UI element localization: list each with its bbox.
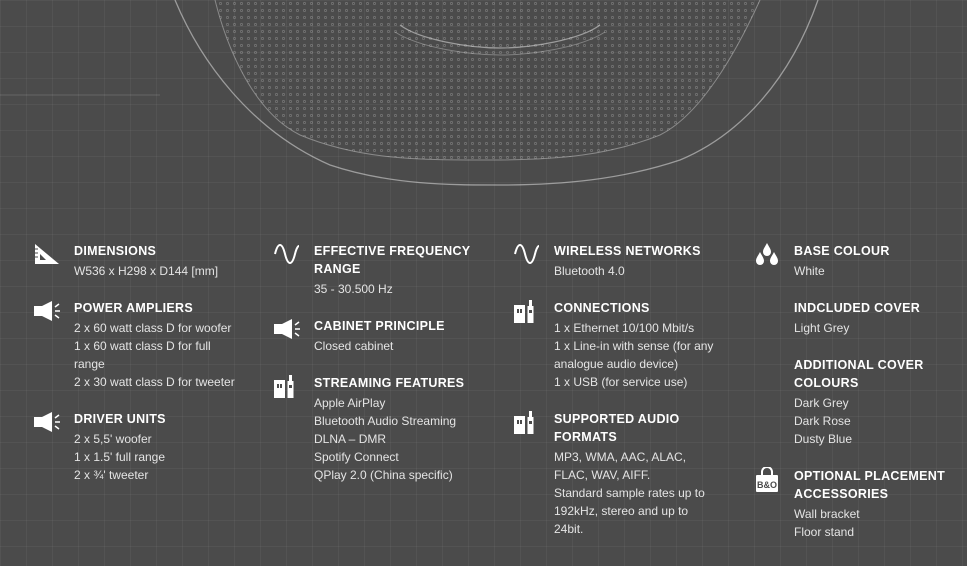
spec-lines: Bluetooth 4.0 <box>554 262 723 280</box>
spec-power-amplifiers: POWER AMPLIERS 2 x 60 watt class D for w… <box>33 299 253 391</box>
spec-title: SUPPORTED AUDIO FORMATS <box>554 412 680 444</box>
spec-column-2: EFFECTIVE FREQUENCY RANGE 35 - 30.500 Hz… <box>273 242 473 484</box>
spec-driver-units: DRIVER UNITS 2 x 5,5' woofer 1 x 1.5' fu… <box>33 410 253 484</box>
shopping-bag-icon: B&O <box>753 466 783 493</box>
spec-line: 2 x 30 watt class D for tweeter <box>74 375 235 389</box>
spec-title: OPTIONAL PLACEMENT ACCESSORIES <box>794 469 946 501</box>
spec-line: Bluetooth Audio Streaming <box>314 414 457 428</box>
spec-connections: CONNECTIONS 1 x Ethernet 10/100 Mbit/s 1… <box>513 299 723 391</box>
spec-line: Dark Grey <box>794 396 849 410</box>
spec-title: STREAMING FEATURES <box>314 376 465 390</box>
spec-wireless-networks: WIRELESS NETWORKS Bluetooth 4.0 <box>513 242 723 280</box>
spec-line: 1 x USB (for service use) <box>554 375 688 389</box>
speaker-icon <box>33 299 63 325</box>
spec-line: Standard sample rates up to <box>554 486 705 500</box>
spec-dimensions: DIMENSIONS W536 x H298 x D144 [mm] <box>33 242 253 280</box>
spec-line: 1 x 60 watt class D for full <box>74 339 211 353</box>
connector-icon <box>513 410 543 436</box>
spec-line: 1 x Ethernet 10/100 Mbit/s <box>554 321 695 335</box>
color-drops-icon <box>753 242 783 268</box>
spec-column-4: BASE COLOUR White INDCLUDED COVER Light … <box>753 242 953 541</box>
spec-title: POWER AMPLIERS <box>74 301 194 315</box>
spec-line: 2 x 60 watt class D for woofer <box>74 321 232 335</box>
spec-line: 1 x 1.5' full range <box>74 450 166 464</box>
spec-line: Light Grey <box>794 321 850 335</box>
spec-title: CABINET PRINCIPLE <box>314 319 445 333</box>
spec-streaming-features: STREAMING FEATURES Apple AirPlay Bluetoo… <box>273 374 473 484</box>
spec-line: Floor stand <box>794 525 855 539</box>
spec-lines: Light Grey <box>794 319 953 337</box>
spec-line: Apple AirPlay <box>314 396 386 410</box>
spec-column-1: DIMENSIONS W536 x H298 x D144 [mm] POWER… <box>33 242 253 484</box>
spec-line: Dusty Blue <box>794 432 853 446</box>
spec-lines: 2 x 5,5' woofer 1 x 1.5' full range 2 x … <box>74 430 253 484</box>
spec-lines: Dark Grey Dark Rose Dusty Blue <box>794 394 953 448</box>
spec-lines: Closed cabinet <box>314 337 473 355</box>
bag-logo-text: B&O <box>757 480 777 490</box>
spec-line: DLNA – DMR <box>314 432 387 446</box>
spec-title: WIRELESS NETWORKS <box>554 244 701 258</box>
spec-line: 2 x 5,5' woofer <box>74 432 152 446</box>
connector-icon <box>273 374 303 400</box>
spec-additional-cover-colours: ADDITIONAL COVER COLOURS Dark Grey Dark … <box>753 356 953 448</box>
spec-title: EFFECTIVE FREQUENCY RANGE <box>314 244 471 276</box>
spec-line: Closed cabinet <box>314 339 394 353</box>
spec-line: 35 - 30.500 Hz <box>314 282 393 296</box>
spec-line: White <box>794 264 825 278</box>
spec-line: FLAC, WAV, AIFF. <box>554 468 651 482</box>
spec-lines: MP3, WMA, AAC, ALAC, FLAC, WAV, AIFF. St… <box>554 448 723 538</box>
spec-optional-placement-accessories: B&O OPTIONAL PLACEMENT ACCESSORIES Wall … <box>753 466 953 541</box>
spec-cabinet-principle: CABINET PRINCIPLE Closed cabinet <box>273 317 473 355</box>
spec-line: W536 x H298 x D144 [mm] <box>74 264 219 278</box>
spec-line: MP3, WMA, AAC, ALAC, <box>554 450 687 464</box>
spec-line: QPlay 2.0 (China specific) <box>314 468 453 482</box>
spec-title: ADDITIONAL COVER COLOURS <box>794 358 924 390</box>
spec-included-cover: INDCLUDED COVER Light Grey <box>753 299 953 337</box>
spec-lines: White <box>794 262 953 280</box>
spec-lines: 1 x Ethernet 10/100 Mbit/s 1 x Line-in w… <box>554 319 723 391</box>
connector-icon <box>513 299 543 325</box>
spec-line: 192kHz, stereo and up to <box>554 504 689 518</box>
sine-wave-icon <box>513 242 543 268</box>
spec-title: DIMENSIONS <box>74 244 157 258</box>
speaker-icon <box>273 317 303 343</box>
sine-wave-icon <box>273 242 303 268</box>
spec-line: range <box>74 357 105 371</box>
spec-title: INDCLUDED COVER <box>794 301 921 315</box>
spec-supported-audio-formats: SUPPORTED AUDIO FORMATS MP3, WMA, AAC, A… <box>513 410 723 538</box>
spec-lines: 2 x 60 watt class D for woofer 1 x 60 wa… <box>74 319 253 391</box>
ruler-triangle-icon <box>33 242 63 268</box>
spec-line: Spotify Connect <box>314 450 399 464</box>
speaker-wireframe-illustration <box>0 0 819 186</box>
spec-column-3: WIRELESS NETWORKS Bluetooth 4.0 CONNECTI… <box>513 242 723 538</box>
spec-title: BASE COLOUR <box>794 244 890 258</box>
spec-lines: W536 x H298 x D144 [mm] <box>74 262 253 280</box>
spec-line: Wall bracket <box>794 507 860 521</box>
spec-title: DRIVER UNITS <box>74 412 166 426</box>
spec-line: analogue audio device) <box>554 357 679 371</box>
speaker-icon <box>33 410 63 436</box>
spec-line: Bluetooth 4.0 <box>554 264 625 278</box>
spec-effective-frequency-range: EFFECTIVE FREQUENCY RANGE 35 - 30.500 Hz <box>273 242 473 298</box>
spec-lines: 35 - 30.500 Hz <box>314 280 473 298</box>
spec-line: Dark Rose <box>794 414 851 428</box>
spec-title: CONNECTIONS <box>554 301 650 315</box>
spec-line: 24bit. <box>554 522 584 536</box>
spec-base-colour: BASE COLOUR White <box>753 242 953 280</box>
spec-lines: Apple AirPlay Bluetooth Audio Streaming … <box>314 394 473 484</box>
spec-lines: Wall bracket Floor stand <box>794 505 953 541</box>
spec-line: 1 x Line-in with sense (for any <box>554 339 714 353</box>
spec-line: 2 x ¾' tweeter <box>74 468 149 482</box>
